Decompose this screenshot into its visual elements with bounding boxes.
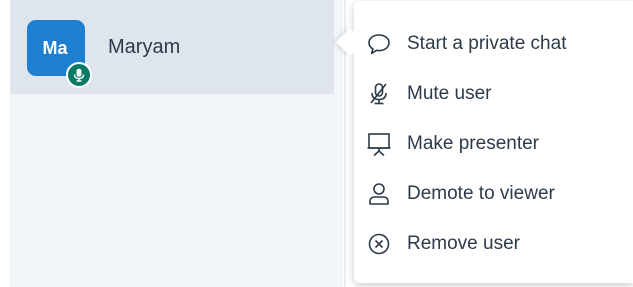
menu-item-start-private-chat[interactable]: Start a private chat (354, 19, 633, 69)
user-icon (366, 181, 392, 207)
circle-x-icon (366, 231, 392, 257)
menu-item-label: Make presenter (407, 133, 540, 154)
microphone-icon (66, 62, 92, 88)
menu-item-label: Demote to viewer (407, 183, 555, 204)
avatar-initials: Ma (42, 37, 68, 58)
user-options-view: Ma Maryam Start a private chat Mute user… (0, 0, 633, 287)
user-list-panel: Ma Maryam (10, 0, 343, 287)
user-list-item[interactable]: Ma Maryam (10, 0, 334, 94)
user-context-menu: Start a private chat Mute user Make pres… (354, 1, 633, 283)
microphone-muted-icon (366, 81, 392, 107)
menu-item-make-presenter[interactable]: Make presenter (354, 119, 633, 169)
presentation-board-icon (366, 131, 392, 157)
chat-bubble-icon (366, 31, 392, 57)
menu-item-label: Mute user (407, 83, 492, 104)
menu-item-remove-user[interactable]: Remove user (354, 219, 633, 269)
menu-item-label: Remove user (407, 233, 520, 254)
menu-item-label: Start a private chat (407, 33, 567, 54)
menu-item-demote-to-viewer[interactable]: Demote to viewer (354, 169, 633, 219)
menu-pointer-cover (354, 24, 368, 60)
menu-item-mute-user[interactable]: Mute user (354, 69, 633, 119)
user-name: Maryam (108, 36, 181, 58)
